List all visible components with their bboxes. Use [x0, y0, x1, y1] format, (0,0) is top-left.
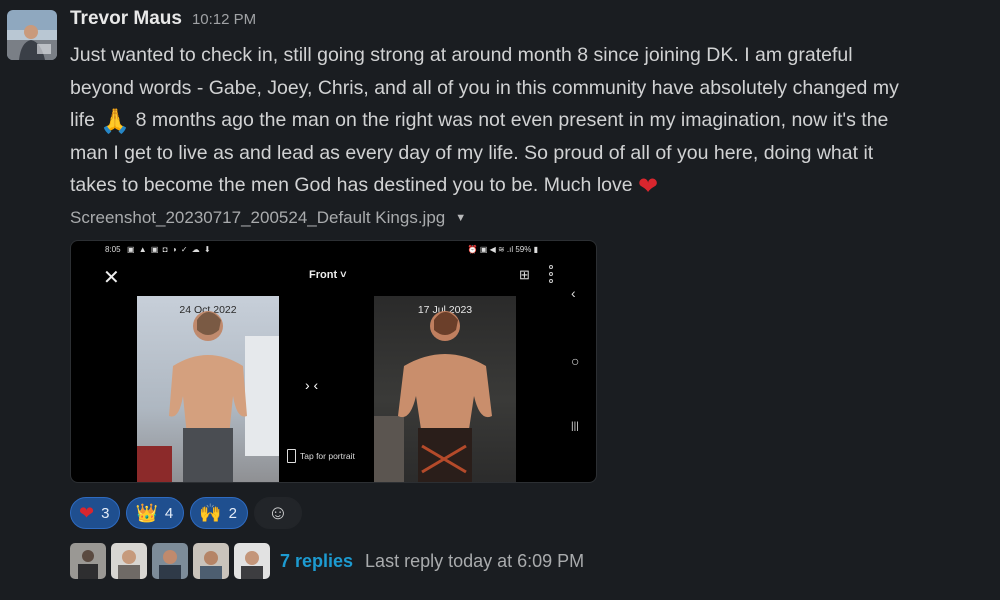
last-reply-text: Last reply today at 6:09 PM: [365, 550, 585, 571]
back-nav-icon: ‹: [571, 285, 576, 301]
replies-link[interactable]: 7 replies: [280, 551, 353, 572]
thread-summary[interactable]: 7 replies Last reply today at 6:09 PM: [70, 543, 584, 579]
raised-hands-icon: 🙌: [199, 503, 222, 523]
before-photo: 24 Oct 2022: [137, 296, 279, 482]
reaction-count: 4: [164, 504, 174, 522]
after-body-figure: [374, 311, 492, 482]
more-options-icon: [549, 265, 555, 283]
message-fragment: 8 months ago the man on the right was no…: [135, 109, 889, 131]
message-line: beyond words - Gabe, Joey, Chris, and al…: [70, 76, 899, 99]
compare-arrows-icon: › ‹: [305, 377, 319, 393]
reactions-bar: ❤ 3 👑 4 🙌 2 ☺: [70, 497, 302, 529]
message-header: Trevor Maus 10:12 PM: [70, 8, 256, 34]
message-timestamp[interactable]: 10:12 PM: [192, 11, 256, 28]
reaction-count: 3: [101, 504, 110, 522]
reply-avatar: [70, 543, 106, 579]
reaction-count: 2: [228, 504, 237, 522]
message-line: takes to become the men God has destined…: [70, 169, 990, 202]
status-right-icons: ⏰ ▣ ◀ ≋ .ıl 59% ▮: [467, 245, 538, 254]
status-time: 8:05: [105, 245, 121, 254]
reaction-heart[interactable]: ❤ 3: [70, 497, 121, 529]
heart-icon: ❤: [79, 503, 95, 523]
chevron-down-icon[interactable]: ▼: [455, 212, 466, 224]
compare-icon: ⊞: [519, 267, 530, 282]
reaction-crown[interactable]: 👑 4: [126, 497, 185, 529]
add-reaction-button[interactable]: ☺: [253, 497, 302, 529]
reply-avatar: [193, 543, 229, 579]
message-line: life 🙏 8 months ago the man on the right…: [70, 104, 990, 137]
message-line: Just wanted to check in, still going str…: [70, 44, 853, 66]
heart-emoji-icon: ❤: [638, 173, 659, 200]
after-photo: 17 Jul 2023: [374, 296, 516, 482]
before-body-figure: [137, 311, 279, 482]
message-fragment: takes to become the men God has destined…: [70, 174, 633, 196]
pray-emoji-icon: 🙏: [100, 108, 131, 135]
status-icons: ▣ ▲ ▣ ◘ ◑ ✓ ☁ ⬇: [127, 245, 212, 254]
portrait-hint: Tap for portrait: [287, 449, 355, 463]
message-text: Just wanted to check in, still going str…: [70, 39, 990, 202]
view-selector-label: Front ˅: [309, 269, 347, 281]
close-icon: ✕: [103, 267, 120, 289]
message-fragment: life: [70, 109, 95, 131]
portrait-hint-text: Tap for portrait: [300, 451, 355, 461]
reply-avatar: [111, 543, 147, 579]
author-avatar[interactable]: [7, 10, 57, 60]
reply-avatar: [152, 543, 188, 579]
crown-icon: 👑: [135, 503, 158, 523]
portrait-icon: [287, 449, 296, 463]
image-attachment[interactable]: 8:05 ▣ ▲ ▣ ◘ ◑ ✓ ☁ ⬇ ⏰ ▣ ◀ ≋ .ıl 59% ▮ ✕…: [70, 240, 597, 483]
phone-status-bar: 8:05 ▣ ▲ ▣ ◘ ◑ ✓ ☁ ⬇ ⏰ ▣ ◀ ≋ .ıl 59% ▮: [71, 241, 596, 257]
filename-text[interactable]: Screenshot_20230717_200524_Default Kings…: [70, 208, 445, 228]
reply-avatars: [70, 543, 270, 579]
author-name[interactable]: Trevor Maus: [70, 8, 182, 30]
attachment-filename[interactable]: Screenshot_20230717_200524_Default Kings…: [70, 208, 466, 228]
add-emoji-icon: ☺: [267, 501, 289, 524]
reaction-raised-hands[interactable]: 🙌 2: [190, 497, 248, 529]
recent-apps-icon: |||: [571, 421, 579, 432]
home-nav-icon: ○: [571, 353, 580, 369]
reply-avatar: [234, 543, 270, 579]
message-line: man I get to live as and lead as every d…: [70, 141, 874, 164]
